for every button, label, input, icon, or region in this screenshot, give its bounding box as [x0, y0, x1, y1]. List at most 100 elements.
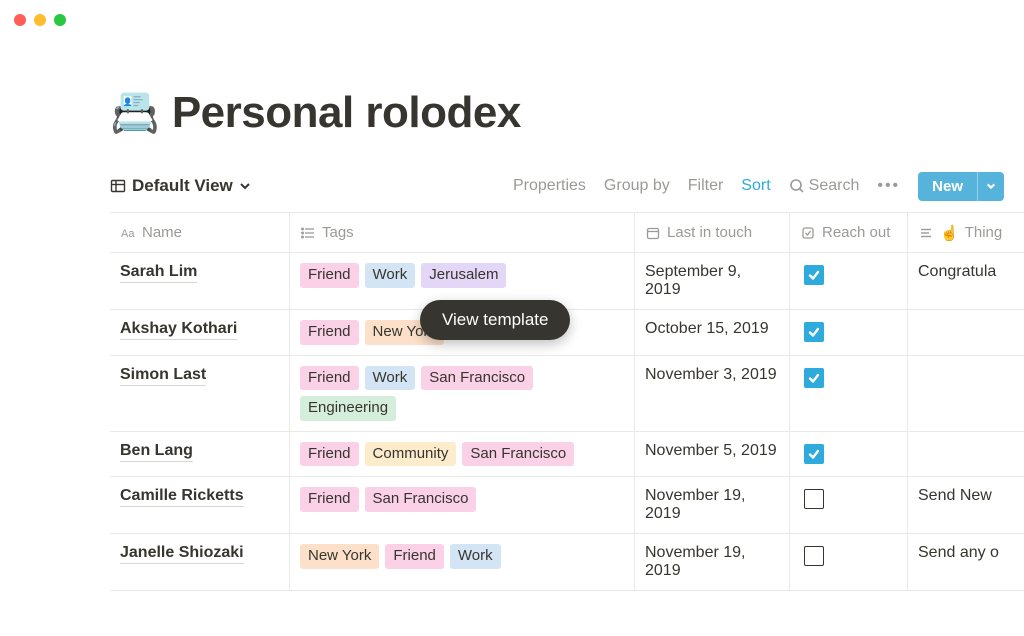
checkbox[interactable] — [804, 546, 824, 566]
view-selector[interactable]: Default View — [110, 176, 251, 196]
tag: Engineering — [300, 396, 396, 421]
tag: Friend — [300, 263, 359, 288]
cell-things[interactable]: Send New — [908, 477, 1024, 533]
checkbox[interactable] — [804, 368, 824, 388]
checkbox[interactable] — [804, 489, 824, 509]
tag: Friend — [300, 487, 359, 512]
column-header-name[interactable]: Aa Name — [110, 213, 290, 252]
cell-things[interactable] — [908, 356, 1024, 431]
multiselect-property-icon — [300, 225, 316, 241]
cell-reach-out[interactable] — [790, 310, 908, 355]
cell-reach-out[interactable] — [790, 477, 908, 533]
tag: San Francisco — [421, 366, 533, 391]
cell-name[interactable]: Ben Lang — [110, 432, 290, 477]
view-selector-label: Default View — [132, 176, 233, 196]
checkbox-property-icon — [800, 225, 816, 241]
page-header: 📇 Personal rolodex — [110, 88, 1024, 138]
title-property-icon: Aa — [120, 225, 136, 241]
tag: Friend — [300, 366, 359, 391]
tag: Community — [365, 442, 457, 467]
date-property-icon — [645, 225, 661, 241]
view-template-tooltip[interactable]: View template — [420, 300, 570, 340]
cell-last-in-touch[interactable]: November 19, 2019 — [635, 534, 790, 590]
table-header-row: Aa Name Tags — [110, 213, 1024, 253]
chevron-down-icon — [986, 181, 996, 191]
new-button[interactable]: New — [918, 172, 977, 201]
search-button[interactable]: Search — [789, 177, 860, 195]
cell-things[interactable] — [908, 310, 1024, 355]
checkbox[interactable] — [804, 265, 824, 285]
cell-reach-out[interactable] — [790, 534, 908, 590]
tag: Work — [365, 263, 416, 288]
column-header-label: Tags — [322, 224, 354, 241]
column-header-last[interactable]: Last in touch — [635, 213, 790, 252]
column-header-label: Reach out — [822, 224, 890, 241]
window-minimize-button[interactable] — [34, 14, 46, 26]
cell-last-in-touch[interactable]: September 9, 2019 — [635, 253, 790, 309]
column-header-reach[interactable]: Reach out — [790, 213, 908, 252]
checkbox[interactable] — [804, 444, 824, 464]
table-row[interactable]: Camille RickettsFriendSan FranciscoNovem… — [110, 477, 1024, 534]
window-maximize-button[interactable] — [54, 14, 66, 26]
cell-last-in-touch[interactable]: November 5, 2019 — [635, 432, 790, 477]
cell-name[interactable]: Janelle Shiozaki — [110, 534, 290, 590]
cell-name[interactable]: Sarah Lim — [110, 253, 290, 309]
search-icon — [789, 178, 805, 194]
column-header-tags[interactable]: Tags — [290, 213, 635, 252]
cell-tags[interactable]: New YorkFriendWork — [290, 534, 635, 590]
cell-last-in-touch[interactable]: October 15, 2019 — [635, 310, 790, 355]
row-name: Camille Ricketts — [120, 487, 244, 507]
table-row[interactable]: Simon Last FriendWorkSan Francisco Enginee… — [110, 356, 1024, 432]
cell-things[interactable]: Send any o — [908, 534, 1024, 590]
cell-last-in-touch[interactable]: November 3, 2019 — [635, 356, 790, 431]
cell-tags[interactable]: FriendCommunitySan Francisco — [290, 432, 635, 477]
cell-reach-out[interactable] — [790, 432, 908, 477]
cell-things[interactable]: Congratula — [908, 253, 1024, 309]
row-name: Simon Last — [120, 366, 206, 386]
window-controls — [0, 0, 1024, 40]
new-dropdown-button[interactable] — [977, 172, 1004, 201]
tag: Friend — [385, 544, 444, 569]
search-label: Search — [809, 177, 860, 195]
tag: Friend — [300, 320, 359, 345]
cell-reach-out[interactable] — [790, 253, 908, 309]
tag: Friend — [300, 442, 359, 467]
chevron-down-icon — [239, 180, 251, 192]
tag: Work — [365, 366, 416, 391]
groupby-button[interactable]: Group by — [604, 177, 670, 195]
cell-name[interactable]: Akshay Kothari — [110, 310, 290, 355]
cell-things[interactable] — [908, 432, 1024, 477]
tag: San Francisco — [462, 442, 574, 467]
cell-reach-out[interactable] — [790, 356, 908, 431]
checkbox[interactable] — [804, 322, 824, 342]
column-header-label: Last in touch — [667, 224, 752, 241]
cell-name[interactable]: Simon Last — [110, 356, 290, 431]
svg-text:Aa: Aa — [121, 228, 135, 240]
cell-tags[interactable]: FriendSan Francisco — [290, 477, 635, 533]
cell-tags[interactable]: FriendWorkSan Francisco Engineering — [290, 356, 635, 431]
table-icon — [110, 178, 126, 194]
table-row[interactable]: Sarah LimFriendWorkJerusalemSeptember 9,… — [110, 253, 1024, 310]
table-row[interactable]: Janelle ShiozakiNew YorkFriendWorkNovemb… — [110, 534, 1024, 591]
tag: San Francisco — [365, 487, 477, 512]
tag: Work — [450, 544, 501, 569]
sort-button[interactable]: Sort — [741, 177, 770, 195]
page-icon[interactable]: 📇 — [110, 93, 160, 133]
row-name: Akshay Kothari — [120, 320, 237, 340]
row-name: Ben Lang — [120, 442, 193, 462]
emoji-icon: ☝️ — [940, 224, 959, 242]
filter-button[interactable]: Filter — [688, 177, 724, 195]
column-header-things[interactable]: ☝️ Thing — [908, 213, 1024, 252]
database-table: Aa Name Tags — [110, 212, 1024, 591]
table-row[interactable]: Ben LangFriendCommunitySan FranciscoNove… — [110, 432, 1024, 478]
tag: New York — [300, 544, 379, 569]
column-header-label: Thing — [965, 224, 1003, 241]
cell-last-in-touch[interactable]: November 19, 2019 — [635, 477, 790, 533]
page-title[interactable]: Personal rolodex — [172, 88, 521, 138]
new-button-label: New — [932, 178, 963, 195]
window-close-button[interactable] — [14, 14, 26, 26]
more-button[interactable]: ••• — [877, 177, 900, 195]
row-name: Sarah Lim — [120, 263, 197, 283]
cell-name[interactable]: Camille Ricketts — [110, 477, 290, 533]
properties-button[interactable]: Properties — [513, 177, 586, 195]
